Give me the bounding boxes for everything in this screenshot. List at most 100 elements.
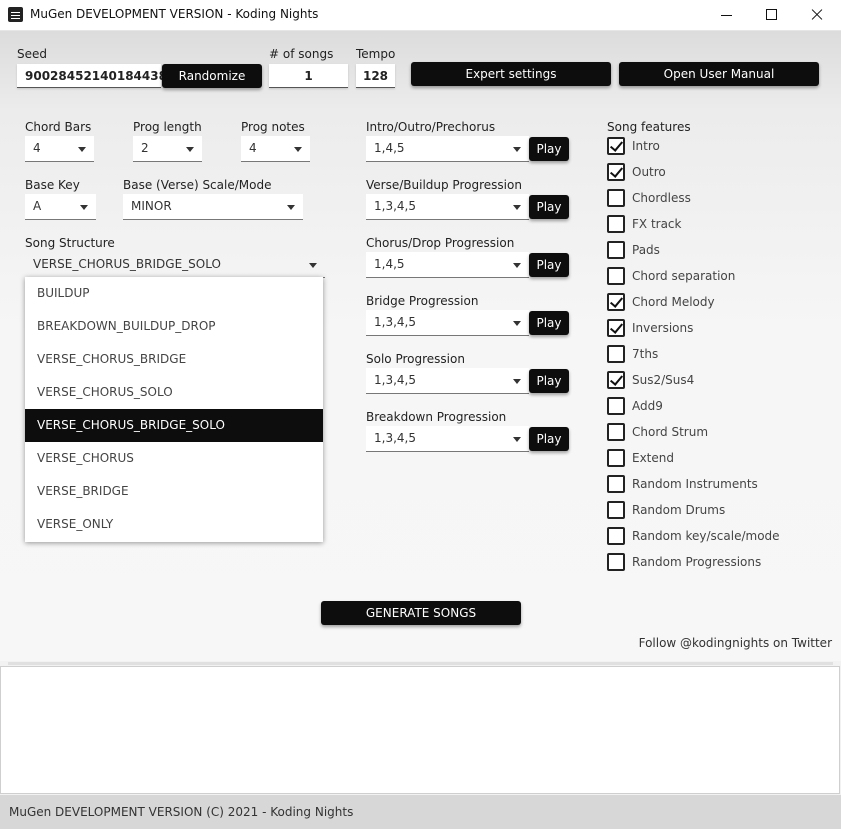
- progression-value: 1,4,5: [374, 257, 405, 271]
- feature-label: Random Drums: [632, 503, 726, 517]
- play-button[interactable]: Play: [529, 427, 569, 451]
- open-user-manual-button[interactable]: Open User Manual: [619, 62, 819, 86]
- play-button[interactable]: Play: [529, 137, 569, 161]
- feature-option[interactable]: Random Progressions: [607, 553, 827, 579]
- checkbox[interactable]: [607, 163, 625, 181]
- checkbox[interactable]: [607, 553, 625, 571]
- dropdown-option[interactable]: BUILDUP: [25, 277, 323, 310]
- progression-select[interactable]: 1,3,4,5: [366, 368, 529, 394]
- feature-option[interactable]: Random Drums: [607, 501, 827, 527]
- feature-option[interactable]: Inversions: [607, 319, 827, 345]
- checkbox[interactable]: [607, 449, 625, 467]
- checkbox[interactable]: [607, 241, 625, 259]
- checkbox[interactable]: [607, 293, 625, 311]
- feature-option[interactable]: Random key/scale/mode: [607, 527, 827, 553]
- chevron-down-icon: [513, 437, 521, 442]
- checkbox[interactable]: [607, 189, 625, 207]
- dropdown-option[interactable]: VERSE_CHORUS_SOLO: [25, 376, 323, 409]
- base-key-value: A: [33, 199, 42, 213]
- chevron-down-icon: [78, 147, 86, 152]
- chevron-down-icon: [80, 205, 88, 210]
- dropdown-option[interactable]: VERSE_CHORUS_BRIDGE: [25, 343, 323, 376]
- close-icon[interactable]: [794, 0, 840, 30]
- dropdown-option[interactable]: VERSE_BRIDGE: [25, 475, 323, 508]
- maximize-icon[interactable]: [748, 0, 794, 30]
- seed-input[interactable]: 9002845214018443851: [17, 64, 184, 88]
- feature-option[interactable]: Chord Strum: [607, 423, 827, 449]
- dropdown-option[interactable]: VERSE_ONLY: [25, 508, 323, 541]
- feature-option[interactable]: Chord Melody: [607, 293, 827, 319]
- checkbox[interactable]: [607, 527, 625, 545]
- feature-option[interactable]: Chord separation: [607, 267, 827, 293]
- feature-label: Chord separation: [632, 269, 736, 283]
- progression-label: Intro/Outro/Prechorus: [366, 120, 496, 134]
- prog-length-value: 2: [141, 141, 149, 155]
- prog-notes-label: Prog notes: [241, 120, 305, 134]
- checkbox[interactable]: [607, 319, 625, 337]
- progression-select[interactable]: 1,4,5: [366, 136, 529, 162]
- play-button[interactable]: Play: [529, 311, 569, 335]
- progression-label: Breakdown Progression: [366, 410, 507, 424]
- output-log[interactable]: [0, 666, 840, 794]
- checkbox[interactable]: [607, 345, 625, 363]
- play-button[interactable]: Play: [529, 195, 569, 219]
- prog-length-select[interactable]: 2: [133, 136, 202, 162]
- progression-select[interactable]: 1,3,4,5: [366, 310, 529, 336]
- generate-songs-button[interactable]: GENERATE SONGS: [321, 601, 521, 625]
- song-structure-label: Song Structure: [25, 236, 115, 250]
- checkbox[interactable]: [607, 397, 625, 415]
- play-button[interactable]: Play: [529, 369, 569, 393]
- checkbox[interactable]: [607, 267, 625, 285]
- feature-label: Chord Strum: [632, 425, 709, 439]
- feature-option[interactable]: Chordless: [607, 189, 827, 215]
- feature-label: Extend: [632, 451, 674, 465]
- tempo-input[interactable]: 128: [356, 64, 395, 88]
- checkbox[interactable]: [607, 501, 625, 519]
- checkbox[interactable]: [607, 371, 625, 389]
- dropdown-option[interactable]: BREAKDOWN_BUILDUP_DROP: [25, 310, 323, 343]
- feature-option[interactable]: Intro: [607, 137, 827, 163]
- chevron-down-icon: [513, 205, 521, 210]
- dropdown-option[interactable]: VERSE_CHORUS_BRIDGE_SOLO: [25, 409, 323, 442]
- checkbox[interactable]: [607, 215, 625, 233]
- feature-option[interactable]: FX track: [607, 215, 827, 241]
- dropdown-option[interactable]: VERSE_CHORUS: [25, 442, 323, 475]
- minimize-icon[interactable]: [703, 0, 749, 30]
- prog-notes-select[interactable]: 4: [241, 136, 310, 162]
- checkbox[interactable]: [607, 475, 625, 493]
- progression-select[interactable]: 1,3,4,5: [366, 426, 529, 452]
- app-icon: [8, 7, 23, 22]
- expert-settings-button[interactable]: Expert settings: [411, 62, 611, 86]
- feature-label: Add9: [632, 399, 663, 413]
- progression-select[interactable]: 1,3,4,5: [366, 194, 529, 220]
- chord-bars-value: 4: [33, 141, 41, 155]
- feature-label: Sus2/Sus4: [632, 373, 695, 387]
- feature-option[interactable]: Pads: [607, 241, 827, 267]
- feature-option[interactable]: Outro: [607, 163, 827, 189]
- feature-option[interactable]: 7ths: [607, 345, 827, 371]
- chord-bars-select[interactable]: 4: [25, 136, 94, 162]
- scale-select[interactable]: MINOR: [123, 194, 303, 220]
- feature-label: Random Instruments: [632, 477, 758, 491]
- randomize-button[interactable]: Randomize: [162, 64, 262, 88]
- feature-label: FX track: [632, 217, 682, 231]
- progression-label: Bridge Progression: [366, 294, 479, 308]
- twitter-link[interactable]: Follow @kodingnights on Twitter: [639, 636, 832, 650]
- chevron-down-icon: [513, 321, 521, 326]
- play-button[interactable]: Play: [529, 253, 569, 277]
- scale-label: Base (Verse) Scale/Mode: [123, 178, 272, 192]
- songs-label: # of songs: [269, 47, 334, 61]
- song-structure-dropdown: BUILDUP BREAKDOWN_BUILDUP_DROP VERSE_CHORU…: [25, 277, 323, 542]
- base-key-label: Base Key: [25, 178, 80, 192]
- song-structure-select[interactable]: VERSE_CHORUS_BRIDGE_SOLO: [25, 252, 325, 278]
- checkbox[interactable]: [607, 137, 625, 155]
- progression-select[interactable]: 1,4,5: [366, 252, 529, 278]
- feature-option[interactable]: Random Instruments: [607, 475, 827, 501]
- feature-option[interactable]: Extend: [607, 449, 827, 475]
- feature-option[interactable]: Add9: [607, 397, 827, 423]
- checkbox[interactable]: [607, 423, 625, 441]
- feature-label: Chordless: [632, 191, 691, 205]
- feature-option[interactable]: Sus2/Sus4: [607, 371, 827, 397]
- songs-input[interactable]: 1: [269, 64, 348, 88]
- base-key-select[interactable]: A: [25, 194, 96, 220]
